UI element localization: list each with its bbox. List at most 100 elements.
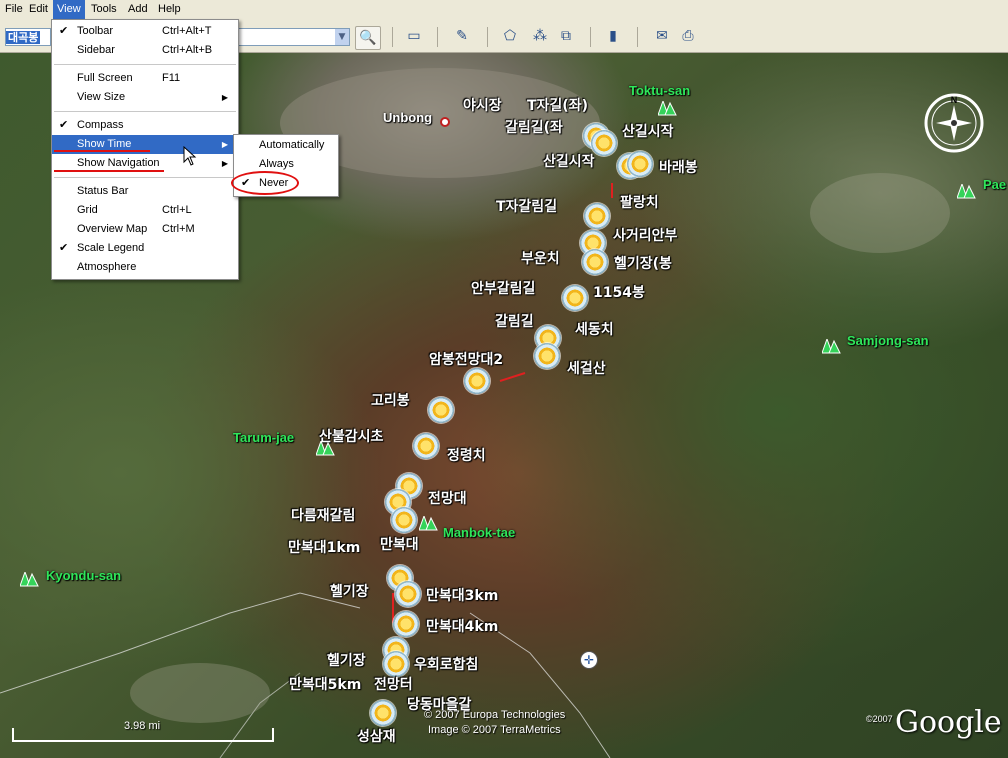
search-input[interactable]: 대곡봉 bbox=[5, 28, 51, 46]
waypoint-icon[interactable] bbox=[534, 343, 560, 369]
menu-item-label: Status Bar bbox=[77, 185, 129, 197]
menu-item-label: Scale Legend bbox=[77, 242, 145, 254]
waypoint-icon[interactable] bbox=[584, 203, 610, 229]
peak-label: Kyondu-san bbox=[46, 568, 122, 583]
menu-item-full-screen[interactable]: Full Screen F11 bbox=[52, 69, 238, 88]
menu-item-scale-legend[interactable]: ✔ Scale Legend bbox=[52, 239, 238, 258]
waypoint-icon[interactable] bbox=[428, 397, 454, 423]
scale-tick bbox=[272, 728, 274, 742]
map-credit: Image © 2007 TerraMetrics bbox=[428, 724, 561, 736]
toolbar-divider bbox=[437, 27, 438, 47]
sidebar-toggle-icon[interactable]: ▭ bbox=[404, 27, 424, 45]
waypoint-icon[interactable] bbox=[562, 285, 588, 311]
waypoint-label: 다름재갈림 bbox=[291, 508, 356, 524]
waypoint-label: 산길시작 bbox=[543, 154, 595, 170]
menu-item-overview-map[interactable]: Overview Map Ctrl+M bbox=[52, 220, 238, 239]
waypoint-icon[interactable] bbox=[393, 611, 419, 637]
menu-item-grid[interactable]: Grid Ctrl+L bbox=[52, 201, 238, 220]
waypoint-label: 산길시작 bbox=[622, 124, 674, 140]
menu-edit[interactable]: Edit bbox=[25, 0, 52, 19]
scale-legend: 3.98 mi bbox=[0, 720, 276, 746]
map-credit: ©2007 bbox=[866, 714, 893, 724]
menu-item-label: Always bbox=[259, 158, 294, 170]
waypoint-label: 사거리안부 bbox=[613, 228, 678, 244]
search-icon: 🔍 bbox=[359, 30, 377, 46]
check-icon: ✔ bbox=[59, 242, 69, 254]
print-icon[interactable]: ⎙ bbox=[678, 27, 698, 45]
submenu-arrow-icon: ▶ bbox=[221, 159, 228, 168]
waypoint-label: 헬기장(봉 bbox=[614, 256, 672, 272]
placemark-icon[interactable]: ✎ bbox=[452, 27, 472, 45]
menu-item-label: Automatically bbox=[259, 139, 325, 151]
peak-label: Samjong-san bbox=[847, 333, 929, 348]
waypoint-label: 암봉전망대2 bbox=[429, 352, 504, 368]
waypoint-icon[interactable] bbox=[391, 507, 417, 533]
menu-item-toolbar[interactable]: ✔ Toolbar Ctrl+Alt+T bbox=[52, 22, 238, 41]
menu-item-shortcut: Ctrl+L bbox=[162, 204, 192, 216]
scale-tick bbox=[12, 728, 14, 742]
waypoint-label: 만복대 bbox=[380, 537, 419, 553]
email-icon[interactable]: ✉ bbox=[652, 27, 672, 45]
waypoint-label: 갈림길 bbox=[495, 314, 534, 330]
menu-item-atmosphere[interactable]: Atmosphere bbox=[52, 258, 238, 277]
waypoint-label: 전망대 bbox=[428, 491, 467, 507]
waypoint-icon[interactable] bbox=[591, 130, 617, 156]
menu-item-view-size[interactable]: View Size ▶ bbox=[52, 88, 238, 107]
waypoint-label: 만복대1km bbox=[288, 540, 361, 556]
scale-bar bbox=[12, 740, 272, 742]
menu-view[interactable]: View bbox=[53, 0, 85, 19]
toolbar-divider bbox=[637, 27, 638, 47]
compass-icon[interactable]: N bbox=[922, 91, 986, 155]
menu-tools[interactable]: Tools bbox=[87, 0, 121, 19]
waypoint-icon[interactable] bbox=[627, 151, 653, 177]
waypoint-label: 1154봉 bbox=[593, 285, 645, 301]
menu-item-automatically[interactable]: Automatically bbox=[234, 136, 338, 155]
menu-add[interactable]: Add bbox=[124, 0, 152, 19]
menu-item-label: Show Navigation bbox=[77, 157, 160, 169]
waypoint-icon[interactable] bbox=[395, 581, 421, 607]
waypoint-label: 팔랑치 bbox=[620, 195, 659, 211]
waypoint-label: 부운치 bbox=[521, 251, 560, 267]
mouse-cursor-icon bbox=[183, 146, 197, 166]
peak-label: Pae bbox=[983, 177, 1007, 192]
annotation-circle bbox=[231, 171, 299, 195]
search-combo[interactable]: ▼ bbox=[236, 28, 350, 46]
waypoint-icon[interactable] bbox=[370, 700, 396, 726]
menu-item-status-bar[interactable]: Status Bar bbox=[52, 182, 238, 201]
menu-item-label: Full Screen bbox=[77, 72, 133, 84]
path-icon[interactable]: ⁂ bbox=[530, 27, 550, 45]
waypoint-icon[interactable] bbox=[413, 433, 439, 459]
town-label: Unbong bbox=[383, 110, 433, 125]
menu-separator bbox=[54, 177, 236, 178]
toolbar-divider bbox=[590, 27, 591, 47]
waypoint-label: 만복대5km bbox=[289, 677, 362, 693]
waypoint-label: 바래봉 bbox=[659, 160, 698, 176]
menu-item-shortcut: Ctrl+Alt+B bbox=[162, 44, 213, 56]
toolbar-divider bbox=[487, 27, 488, 47]
menu-item-label: Atmosphere bbox=[77, 261, 137, 273]
check-icon: ✔ bbox=[59, 119, 69, 131]
waypoint-label: T자길(좌) bbox=[527, 98, 588, 114]
navigation-target-icon[interactable]: ✛ bbox=[580, 651, 598, 669]
waypoint-label: 세동치 bbox=[575, 322, 614, 338]
search-button[interactable]: 🔍 bbox=[355, 26, 381, 50]
google-logo: Google bbox=[895, 705, 1002, 740]
waypoint-icon[interactable] bbox=[464, 368, 490, 394]
polygon-icon[interactable]: ⬠ bbox=[500, 27, 520, 45]
menu-file[interactable]: File bbox=[1, 0, 27, 19]
image-overlay-icon[interactable]: ⧉ bbox=[556, 27, 576, 45]
chevron-down-icon[interactable]: ▼ bbox=[335, 29, 349, 45]
waypoint-label: 헬기장 bbox=[327, 653, 366, 669]
ruler-icon[interactable]: ▮ bbox=[603, 27, 623, 45]
compass-north-label: N bbox=[951, 95, 958, 105]
waypoint-label: 만복대4km bbox=[426, 619, 499, 635]
waypoint-label: 전망터 bbox=[374, 677, 413, 693]
menu-item-compass[interactable]: ✔ Compass bbox=[52, 116, 238, 135]
menu-help[interactable]: Help bbox=[154, 0, 185, 19]
town-marker-icon[interactable] bbox=[440, 117, 450, 127]
waypoint-icon[interactable] bbox=[582, 249, 608, 275]
menu-item-sidebar[interactable]: Sidebar Ctrl+Alt+B bbox=[52, 41, 238, 60]
menu-item-label: Toolbar bbox=[77, 25, 114, 37]
map-credit: © 2007 Europa Technologies bbox=[424, 709, 566, 721]
menu-item-label: Overview Map bbox=[77, 223, 148, 235]
